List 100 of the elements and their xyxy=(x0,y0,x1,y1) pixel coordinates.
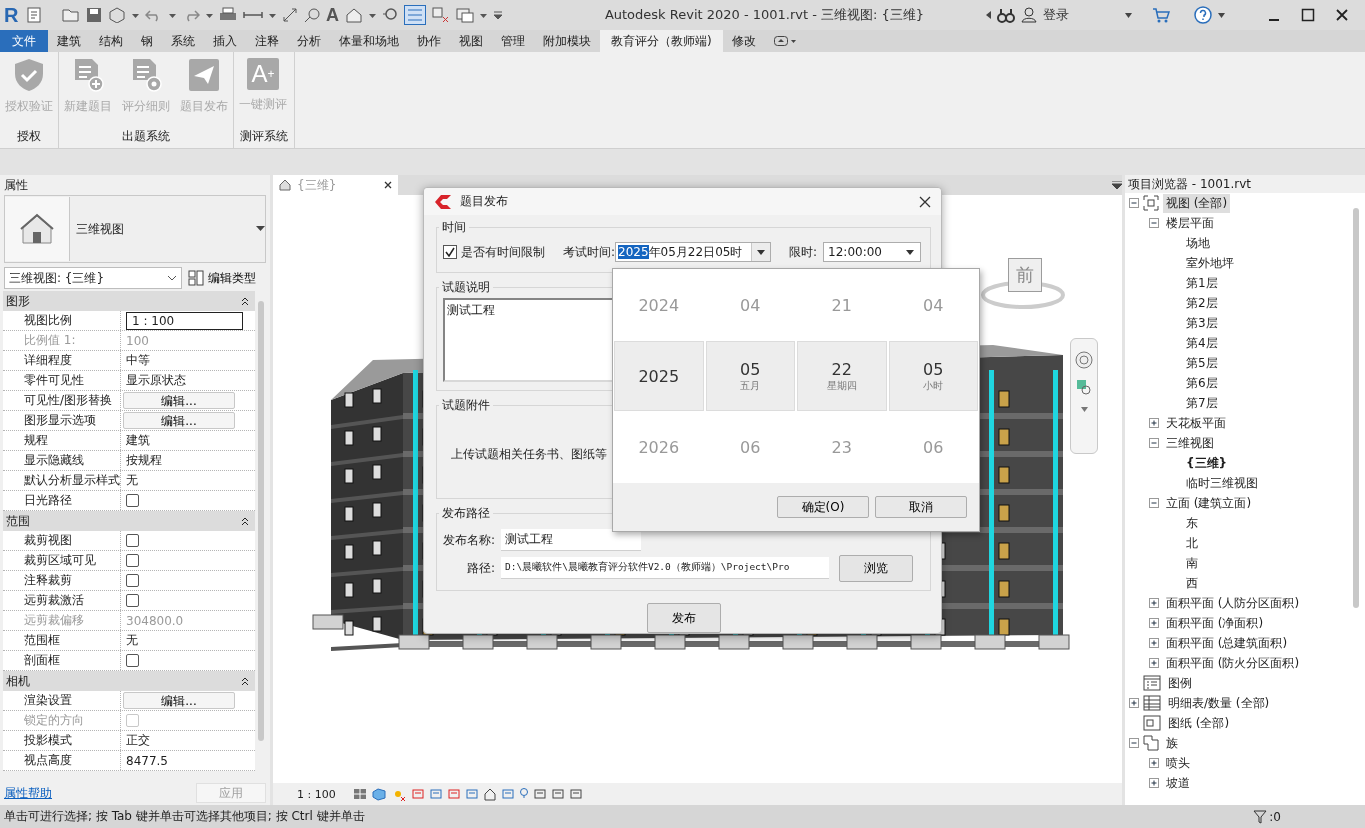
tree-item[interactable]: 临时三维视图 xyxy=(1183,473,1261,493)
ribbon-tab[interactable]: 建筑 xyxy=(48,30,90,52)
ribbon-tab[interactable]: 附加模块 xyxy=(534,30,600,52)
property-checkbox[interactable] xyxy=(126,574,139,587)
time-limit-checkbox[interactable] xyxy=(443,245,457,259)
section-header[interactable]: 图形 xyxy=(3,291,255,311)
caret-icon[interactable] xyxy=(1080,407,1088,412)
tree-item[interactable]: 明细表/数量 (全部) xyxy=(1165,693,1273,713)
tree-item[interactable]: 图纸 (全部) xyxy=(1165,713,1233,733)
date-time-dropdown[interactable]: 2025年05月22日05时 xyxy=(615,242,772,262)
scrollbar[interactable] xyxy=(258,301,264,741)
sign-in-link[interactable]: 登录 xyxy=(1043,6,1069,24)
expand-icon[interactable] xyxy=(1149,658,1159,668)
help-link[interactable]: 属性帮助 xyxy=(4,784,52,802)
close-icon[interactable] xyxy=(384,181,392,189)
panel-toggle-icon[interactable] xyxy=(773,36,796,46)
ok-button[interactable]: 确定(O) xyxy=(777,496,869,518)
cancel-button[interactable]: 取消 xyxy=(875,496,967,518)
ribbon-tab[interactable]: 分析 xyxy=(288,30,330,52)
tree-item[interactable]: 天花板平面 xyxy=(1163,413,1229,433)
type-selector[interactable]: 三维视图 xyxy=(4,195,266,263)
app-logo[interactable]: R xyxy=(4,3,20,27)
property-checkbox[interactable] xyxy=(126,594,139,607)
dropdown-icon[interactable] xyxy=(1112,181,1122,189)
house-icon[interactable] xyxy=(345,7,363,23)
ribbon-tab[interactable]: 修改 xyxy=(722,30,765,52)
expand-icon[interactable] xyxy=(1149,778,1159,788)
collapse-icon[interactable] xyxy=(1129,738,1139,748)
tree-item[interactable]: 第6层 xyxy=(1183,373,1221,393)
open-folder-icon[interactable] xyxy=(62,7,80,23)
ribbon-tab[interactable]: 文件 xyxy=(0,30,48,52)
dimension-icon[interactable] xyxy=(282,7,298,23)
tree-item[interactable]: 北 xyxy=(1183,533,1201,553)
tree-item[interactable]: 南 xyxy=(1183,553,1201,573)
property-input-field[interactable]: 1 : 100 xyxy=(126,311,243,330)
collapse-icon[interactable] xyxy=(1149,498,1159,508)
tree-item[interactable]: 坡道 xyxy=(1163,773,1193,793)
help-icon[interactable] xyxy=(1194,6,1212,24)
browse-button[interactable]: 浏览 xyxy=(839,554,914,582)
name-field[interactable]: 测试工程 xyxy=(501,529,642,551)
zoom-icon[interactable] xyxy=(1076,379,1092,397)
caret-icon[interactable] xyxy=(1125,12,1132,18)
model-view-icon[interactable] xyxy=(551,787,565,801)
tree-item[interactable]: 图例 xyxy=(1165,673,1195,693)
steering-wheel-icon[interactable] xyxy=(1075,351,1093,369)
property-checkbox[interactable] xyxy=(126,654,139,667)
collapse-icon[interactable] xyxy=(1149,438,1159,448)
ribbon-tab[interactable]: 视图 xyxy=(450,30,492,52)
tree-item[interactable]: 面积平面 (防火分区面积) xyxy=(1163,653,1303,673)
expand-icon[interactable] xyxy=(1149,618,1159,628)
ribbon-tab[interactable]: 系统 xyxy=(162,30,204,52)
path-field[interactable]: D:\晨曦软件\晨曦教育评分软件V2.0（教师端）\Project\Pro xyxy=(501,557,830,579)
caret-icon[interactable] xyxy=(1218,12,1225,18)
tree-item[interactable]: 第7层 xyxy=(1183,393,1221,413)
caret-left-icon[interactable] xyxy=(986,11,991,19)
temporary-view-icon[interactable] xyxy=(533,787,547,801)
expand-icon[interactable] xyxy=(1149,638,1159,648)
tree-item[interactable]: {三维} xyxy=(1183,453,1231,473)
tree-item[interactable]: 楼层平面 xyxy=(1163,213,1217,233)
section-header[interactable]: 范围 xyxy=(3,511,255,531)
edit-button[interactable]: 编辑... xyxy=(123,392,235,409)
print-icon[interactable] xyxy=(219,7,237,23)
tree-item[interactable]: 场地 xyxy=(1183,233,1213,253)
text-tool-icon[interactable]: A xyxy=(326,4,339,26)
picker-selected-option[interactable]: 2025 xyxy=(614,341,704,411)
property-checkbox[interactable] xyxy=(126,554,139,567)
tree-item[interactable]: 东 xyxy=(1183,513,1201,533)
tree-item[interactable]: 三维视图 xyxy=(1163,433,1217,453)
scrollbar[interactable] xyxy=(1353,208,1359,608)
tree-item[interactable]: 视图 (全部) xyxy=(1163,193,1231,213)
windows-icon[interactable] xyxy=(432,7,450,23)
detail-level-icon[interactable] xyxy=(353,787,367,801)
binoculars-icon[interactable] xyxy=(997,7,1015,23)
picker-selected-option[interactable]: 05 五月 xyxy=(705,341,795,411)
picker-selected-option[interactable]: 22 星期四 xyxy=(797,341,887,411)
edit-button[interactable]: 编辑... xyxy=(123,692,235,709)
switch-window-icon[interactable] xyxy=(456,7,474,23)
tree-item[interactable]: 喷头 xyxy=(1163,753,1193,773)
cube-icon[interactable] xyxy=(108,7,126,23)
unlocked-view-icon[interactable] xyxy=(483,787,497,801)
visual-style-icon[interactable] xyxy=(371,787,387,801)
cart-icon[interactable] xyxy=(1152,7,1170,23)
property-checkbox[interactable] xyxy=(126,494,139,507)
lightbulb-icon[interactable] xyxy=(519,787,529,801)
tree-item[interactable]: 面积平面 (总建筑面积) xyxy=(1163,633,1291,653)
ribbon-tab[interactable]: 结构 xyxy=(90,30,132,52)
constraints-icon[interactable] xyxy=(569,787,583,801)
publish-button[interactable]: 发布 xyxy=(646,603,721,633)
tree-item[interactable]: 西 xyxy=(1183,573,1201,593)
section-header[interactable]: 相机 xyxy=(3,671,255,691)
tree-item[interactable]: 第5层 xyxy=(1183,353,1221,373)
expand-icon[interactable] xyxy=(1149,758,1159,768)
tree-item[interactable]: 第4层 xyxy=(1183,333,1221,353)
list-icon[interactable] xyxy=(404,5,426,25)
tree-item[interactable]: 第2层 xyxy=(1183,293,1221,313)
user-icon[interactable] xyxy=(1021,7,1037,23)
close-icon[interactable] xyxy=(1335,8,1349,22)
limit-dropdown[interactable]: 12:00:00 xyxy=(823,242,922,262)
tree-item[interactable]: 面积平面 (人防分区面积) xyxy=(1163,593,1303,613)
ribbon-tab[interactable]: 注释 xyxy=(246,30,288,52)
